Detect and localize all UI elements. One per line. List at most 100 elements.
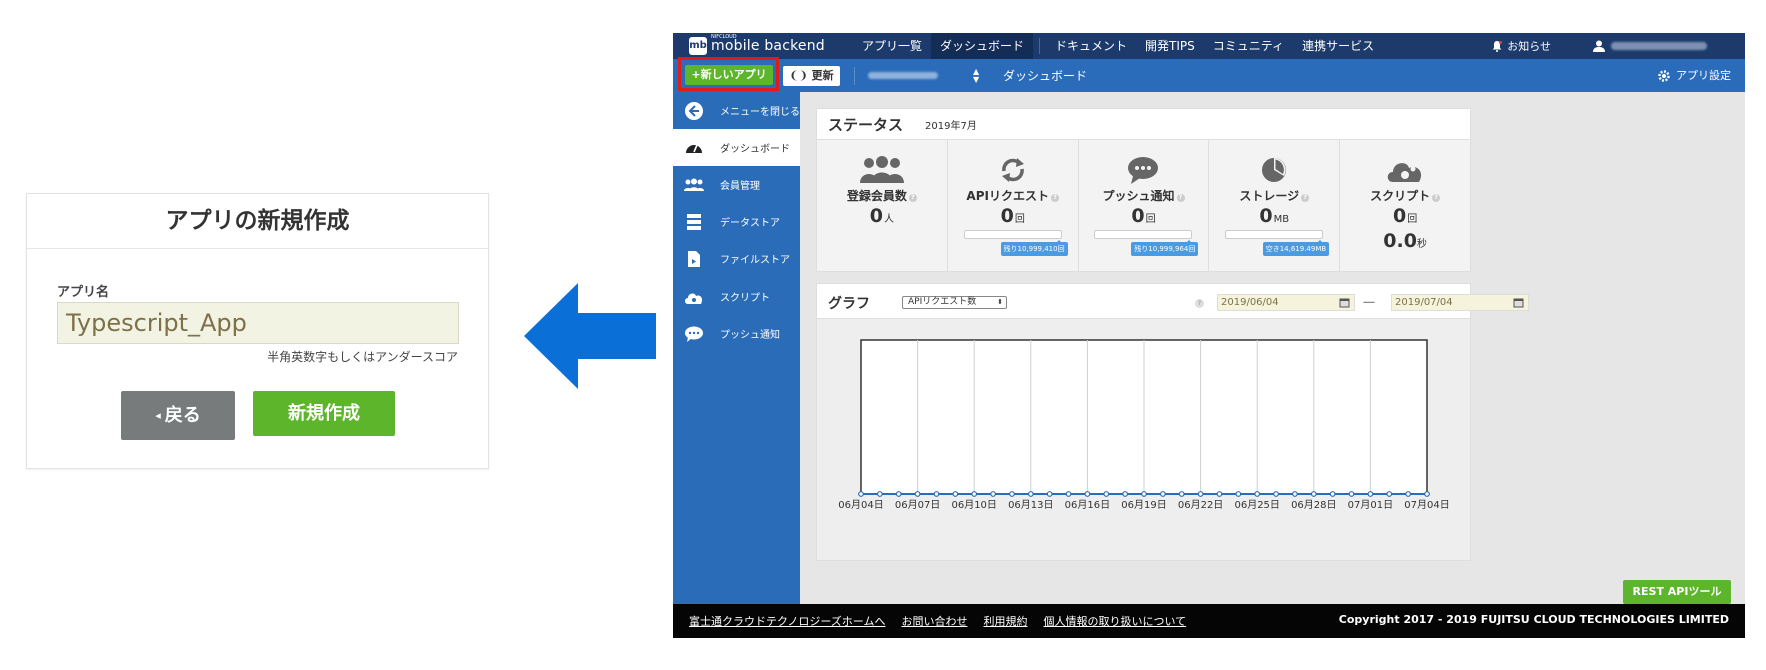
create-button[interactable]: 新規作成 [253, 391, 395, 436]
status-stats: 登録会員数? 0人 APIリクエスト? 0回 残り10,999,410回 プッシ… [817, 140, 1470, 272]
app-selector[interactable] [868, 69, 958, 83]
help-icon[interactable]: ? [1432, 194, 1441, 202]
data-point [933, 491, 940, 497]
stat-unit: 回 [1145, 214, 1156, 225]
refresh-icon [1001, 158, 1024, 182]
breadcrumb: ダッシュボード [1003, 69, 1088, 83]
data-point [1424, 491, 1430, 497]
main-content: ステータス 2019年7月 登録会員数? 0人 APIリクエスト ? 0回 残り… [800, 92, 1745, 604]
sidebar-item-datastore[interactable]: データストア [673, 203, 800, 240]
top-navbar: mb mobile backend NIFCLOUD アプリ一覧 ダッシュボード… [673, 33, 1745, 59]
sidebar-item-filestore[interactable]: ファイルストア [673, 240, 800, 277]
stat-value: 0 [1131, 205, 1145, 227]
new-app-button[interactable]: +新しいアプリ [685, 65, 773, 85]
data-point [1405, 491, 1412, 497]
arrow-left-circle-icon [683, 100, 705, 122]
data-point [1122, 491, 1129, 497]
x-tick-label: 06月16日 [1065, 499, 1110, 511]
back-button[interactable]: ◂ 戻る [121, 391, 235, 440]
cloud-gear-icon [1387, 163, 1422, 182]
footer: 富士通クラウドテクノロジーズホームへ お問い合わせ 利用規約 個人情報の取り扱い… [673, 604, 1745, 638]
notice-link[interactable]: お知らせ [1492, 38, 1551, 54]
sidebar-item-close-menu[interactable]: メニューを閉じる [673, 92, 800, 129]
notice-label: お知らせ [1507, 40, 1551, 53]
help-icon[interactable]: ? [1301, 194, 1310, 202]
data-point [1235, 491, 1242, 497]
help-icon[interactable]: ? [1195, 299, 1204, 308]
footer-link-terms[interactable]: 利用規約 [983, 613, 1027, 629]
stat-script: スクリプト? 0回 0.0秒 [1340, 140, 1470, 272]
stat-unit: 人 [884, 214, 895, 225]
sidebar-item-label: 会員管理 [720, 181, 760, 192]
user-menu[interactable] [1593, 40, 1707, 52]
nav-dashboard[interactable]: ダッシュボード [931, 33, 1034, 59]
data-point [952, 491, 959, 497]
footer-link-contact[interactable]: お問い合わせ [901, 613, 967, 629]
user-icon [1593, 40, 1605, 52]
sidebar-item-script[interactable]: スクリプト [673, 278, 800, 315]
status-card: ステータス 2019年7月 登録会員数? 0人 APIリクエスト ? 0回 残り… [816, 108, 1471, 272]
new-app-dialog: アプリの新規作成 アプリ名 Typescript_App 半角英数字もしくはアン… [26, 193, 489, 469]
date-to-input[interactable]: 2019/07/04 [1391, 294, 1529, 311]
app-screenshot: mb mobile backend NIFCLOUD アプリ一覧 ダッシュボード… [673, 33, 1745, 638]
sidebar-item-label: データストア [720, 218, 780, 229]
app-name-input[interactable]: Typescript_App [57, 302, 459, 344]
status-period: 2019年7月 [925, 120, 977, 132]
usage-bar [963, 230, 1062, 239]
logo[interactable]: mb mobile backend [689, 36, 825, 56]
footer-link-home[interactable]: 富士通クラウドテクノロジーズホームへ [689, 613, 885, 629]
remaining-badge: 空き14,619.49MB [1262, 240, 1330, 256]
stat-value: 0 [1000, 205, 1014, 227]
sidebar-item-users[interactable]: 会員管理 [673, 166, 800, 203]
calendar-icon[interactable] [1513, 297, 1524, 308]
app-name-label: アプリ名 [57, 285, 110, 300]
nav-documents[interactable]: ドキュメント [1046, 33, 1136, 59]
data-point [1367, 491, 1374, 497]
stat-unit: MB [1273, 214, 1290, 225]
data-point [1046, 491, 1053, 497]
stat-unit-seconds: 秒 [1416, 239, 1427, 250]
graph-metric-value: APIリクエスト数 [908, 297, 977, 307]
stat-storage: ストレージ? 0MB 空き14,619.49MB [1209, 140, 1341, 272]
help-icon[interactable]: ? [1176, 194, 1185, 202]
date-from-input[interactable]: 2019/06/04 [1217, 294, 1355, 311]
help-icon[interactable]: ? [1050, 194, 1059, 202]
pie-chart-icon [1262, 158, 1287, 182]
x-tick-label: 06月22日 [1178, 499, 1223, 511]
stat-label: 登録会員数 [846, 189, 907, 203]
calendar-icon[interactable] [1339, 297, 1350, 308]
refresh-button[interactable]: ❨❩ 更新 [783, 66, 840, 86]
copyright: Copyright 2017 - 2019 FUJITSU CLOUD TECH… [1338, 613, 1729, 626]
nav-app-list[interactable]: アプリ一覧 [853, 33, 931, 59]
stat-value-seconds: 0.0 [1383, 230, 1417, 252]
logo-brand: NIFCLOUD [711, 34, 737, 40]
speedometer-icon [683, 137, 705, 159]
status-header: ステータス 2019年7月 [817, 109, 1470, 140]
refresh-label: 更新 [811, 69, 834, 82]
stat-label: プッシュ通知 [1102, 189, 1175, 203]
users-icon [683, 174, 705, 196]
updown-chevron-icon[interactable]: ▲ ▼ [973, 68, 979, 84]
sidebar-item-push[interactable]: プッシュ通知 [673, 315, 800, 352]
help-icon[interactable]: ? [908, 194, 917, 202]
data-point [1084, 491, 1091, 497]
usage-bar [1225, 230, 1324, 239]
sidebar-item-label: ダッシュボード [720, 144, 790, 155]
nav-community[interactable]: コミュニティ [1204, 33, 1293, 59]
database-icon [683, 211, 705, 233]
rest-api-tool-button[interactable]: REST APIツール [1623, 580, 1731, 604]
nav-dev-tips[interactable]: 開発TIPS [1136, 33, 1204, 59]
sidebar-item-dashboard[interactable]: ダッシュボード [673, 129, 800, 166]
stat-value: 0 [1259, 205, 1273, 227]
data-point [1216, 491, 1223, 497]
x-tick-label: 06月19日 [1121, 499, 1166, 511]
x-tick-label: 07月04日 [1404, 499, 1449, 511]
app-settings-button[interactable]: アプリ設定 [1657, 66, 1731, 86]
stat-value: 0 [869, 205, 884, 227]
app-name-hint: 半角英数字もしくはアンダースコア [267, 350, 458, 364]
cloud-gear-icon [683, 286, 705, 308]
footer-link-privacy[interactable]: 個人情報の取り扱いについて [1043, 613, 1186, 629]
sidebar: メニューを閉じる ダッシュボード 会員管理 データストア ファイルストア スクリ… [673, 92, 800, 604]
graph-metric-select[interactable]: APIリクエスト数 ⬍ [902, 296, 1007, 309]
nav-integrations[interactable]: 連携サービス [1293, 33, 1383, 59]
